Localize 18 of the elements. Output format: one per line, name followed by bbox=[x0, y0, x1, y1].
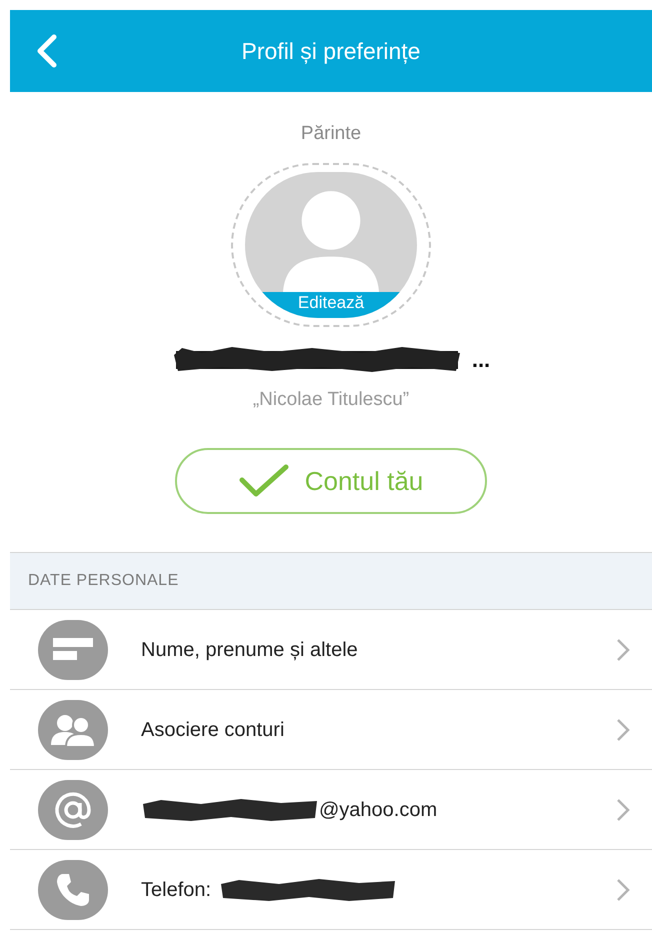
chevron-right-icon bbox=[616, 878, 630, 902]
row-label: Nume, prenume și altele bbox=[141, 638, 358, 662]
chevron-right-icon bbox=[616, 718, 630, 742]
checkmark-icon bbox=[238, 464, 289, 498]
row-label: Telefon: bbox=[141, 878, 212, 902]
screen-title: Profil și preferințe bbox=[242, 36, 420, 66]
school-name: „Nicolae Titulescu” bbox=[252, 388, 410, 412]
settings-row[interactable]: Asociere conturi bbox=[10, 690, 652, 770]
role-label: Părinte bbox=[300, 122, 362, 146]
section-title: DATE PERSONALE bbox=[28, 571, 179, 591]
settings-row[interactable]: Telefon: bbox=[10, 850, 652, 930]
chevron-right-icon bbox=[616, 798, 630, 822]
row-label: Asociere conturi bbox=[141, 718, 284, 742]
row-label: @yahoo.com bbox=[319, 798, 438, 822]
settings-row[interactable]: @yahoo.com bbox=[10, 770, 652, 850]
settings-row[interactable]: Nume, prenume și altele bbox=[10, 610, 652, 690]
name-ellipsis: ... bbox=[472, 346, 490, 374]
chevron-right-icon bbox=[616, 638, 630, 662]
